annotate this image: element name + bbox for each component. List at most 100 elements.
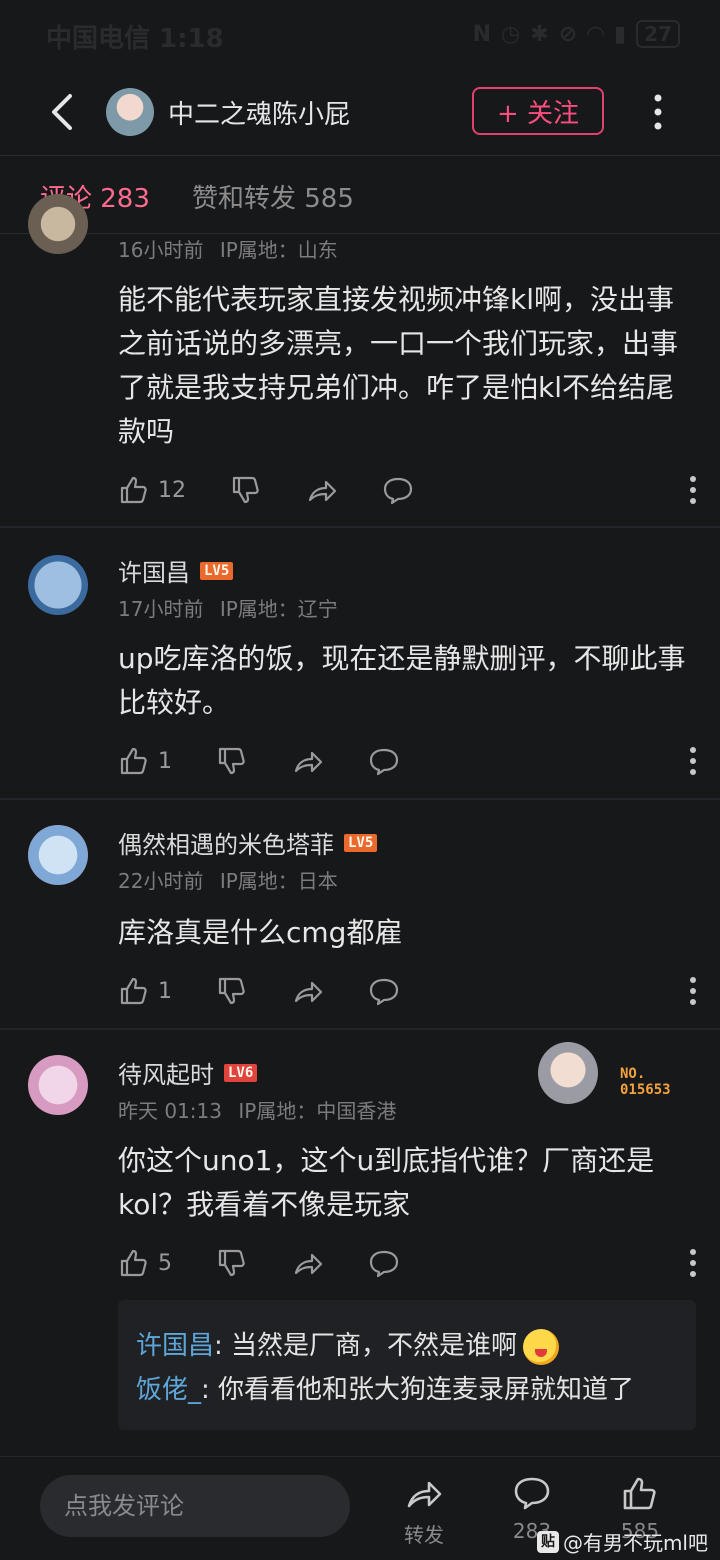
author-name[interactable]: 中二之魂陈小屁 [168,94,350,131]
like-button[interactable]: 12 [118,474,186,506]
speech-bubble-icon [514,1477,550,1510]
watermark-text: @有男不玩ml吧 [562,1531,708,1555]
commenter-avatar[interactable] [28,1055,88,1115]
reply-author[interactable]: 饭佬_ [136,1375,201,1405]
comment-tabs: 评论 283 赞和转发 585 [0,156,720,234]
share-button[interactable] [306,474,338,506]
reply-text: 你看看他和张大狗连麦录屏就知道了 [218,1375,635,1405]
post-header: 中二之魂陈小屁 + 关注 [0,70,720,156]
fan-badge-label: NO. [620,1066,646,1082]
dislike-button[interactable] [216,975,248,1007]
thumbs-down-icon [232,476,259,504]
reply-button[interactable] [368,1247,400,1279]
fan-badge-number: 015653 [620,1082,671,1098]
thumbs-up-icon [120,747,147,775]
comment-text: 能不能代表玩家直接发视频冲锋kl啊，没出事之前话说的多漂亮，一口一个我们玩家，出… [118,283,679,448]
share-button[interactable] [292,975,324,1007]
speech-bubble-icon [369,1250,399,1278]
share-post-button[interactable]: 转发 [384,1473,464,1548]
tab-likes-shares[interactable]: 赞和转发 585 [192,178,354,215]
dislike-button[interactable] [216,745,248,777]
comment-text: 库洛真是什么cmg都雇 [118,916,403,949]
share-arrow-icon [294,1253,323,1275]
signal-icon: ▮ [614,21,627,47]
like-count: 5 [158,1250,172,1276]
back-arrow-icon[interactable] [44,90,84,134]
reply-line: 饭佬_: 你看看他和张大狗连麦录屏就知道了 [136,1375,635,1405]
comment-time: 昨天 01:13 [118,1099,222,1123]
comment-more-icon[interactable] [688,475,698,505]
share-arrow-icon [294,751,323,773]
share-label: 转发 [404,1523,444,1547]
reply-preview[interactable]: 许国昌: 当然是厂商，不然是谁啊 饭佬_: 你看看他和张大狗连麦录屏就知道了 [118,1300,696,1430]
dislike-button[interactable] [230,474,262,506]
comment-location: IP属地：日本 [219,869,338,893]
comment-more-icon[interactable] [688,976,698,1006]
battery-indicator: 27 [636,20,680,48]
comment-actions: 1 [118,741,698,781]
follow-button[interactable]: + 关注 [472,87,604,135]
comment-time: 22小时前 [118,869,204,893]
share-button[interactable] [292,1247,324,1279]
wifi-icon: ◠ [587,21,605,47]
comment-meta: 昨天 01:13 IP属地：中国香港 [118,1095,396,1124]
comment-more-icon[interactable] [688,746,698,776]
commenter-name[interactable]: 偶然相遇的米色塔菲 [118,825,334,860]
drooling-emoji-icon [523,1328,560,1365]
fan-badge-avatar [538,1042,598,1104]
comment-more-icon[interactable] [688,1248,698,1278]
level-badge: LV5 [200,561,234,580]
level-badge: LV6 [224,1063,258,1082]
commenter-name-row: 许国昌 LV5 [118,553,234,588]
bottom-action-bar: 点我发评论 转发 283 585 贴 @有男不玩ml吧 [0,1456,720,1560]
author-avatar[interactable] [106,88,154,136]
comment-time: 17小时前 [118,597,204,621]
comment-actions: 5 [118,1243,698,1283]
speech-bubble-icon [369,748,399,776]
status-bar: 中国电信 1:18 N ◷ ✱ ⊘ ◠ ▮ 27 [0,0,720,70]
reply-button[interactable] [368,745,400,777]
tieba-logo-icon: 贴 [536,1530,559,1553]
reply-button[interactable] [382,474,414,506]
speech-bubble-icon [369,978,399,1006]
thumbs-down-icon [218,747,245,775]
commenter-name[interactable]: 待风起时 [118,1055,214,1090]
comment-text: up吃库洛的饭，现在还是静默删评，不聊此事比较好。 [118,642,686,719]
carrier-time: 中国电信 1:18 [46,24,224,54]
comment-meta: 16小时前 IP属地：山东 [118,234,338,263]
commenter-avatar[interactable] [28,555,88,615]
dislike-button[interactable] [216,1247,248,1279]
thumbs-down-icon [218,1249,245,1277]
level-badge: LV5 [344,833,378,852]
thumbs-up-icon [623,1477,656,1510]
more-options-icon[interactable] [650,92,666,132]
reply-author[interactable]: 许国昌 [136,1331,214,1361]
nfc-icon: N [472,21,492,47]
like-button[interactable]: 1 [118,975,172,1007]
comment-actions: 12 [118,470,698,510]
comment-divider [0,526,720,528]
reply-text: 当然是厂商，不然是谁啊 [231,1331,518,1361]
thumbs-down-icon [218,977,245,1005]
watermark: 贴 @有男不玩ml吧 [536,1527,708,1556]
thumbs-up-icon [120,977,147,1005]
alarm-icon: ◷ [501,21,521,47]
mute-icon: ⊘ [558,21,578,47]
like-button[interactable]: 1 [118,745,172,777]
commenter-avatar[interactable] [28,825,88,885]
commenter-avatar[interactable] [28,194,88,254]
share-arrow-icon [407,1481,442,1508]
commenter-name[interactable]: 许国昌 [118,553,190,588]
comment-meta: 17小时前 IP属地：辽宁 [118,593,338,622]
commenter-name-row: 偶然相遇的米色塔菲 LV5 [118,825,378,860]
comment-time: 16小时前 [118,238,204,262]
thumbs-up-icon [120,1249,147,1277]
reply-button[interactable] [368,975,400,1007]
comment-location: IP属地：辽宁 [219,597,338,621]
comment-input[interactable]: 点我发评论 [40,1475,350,1537]
like-button[interactable]: 5 [118,1247,172,1279]
like-count: 1 [158,978,172,1004]
comment-text: 你这个uno1，这个u到底指代谁？厂商还是kol？我看着不像是玩家 [118,1144,655,1221]
comment-actions: 1 [118,971,698,1011]
share-button[interactable] [292,745,324,777]
